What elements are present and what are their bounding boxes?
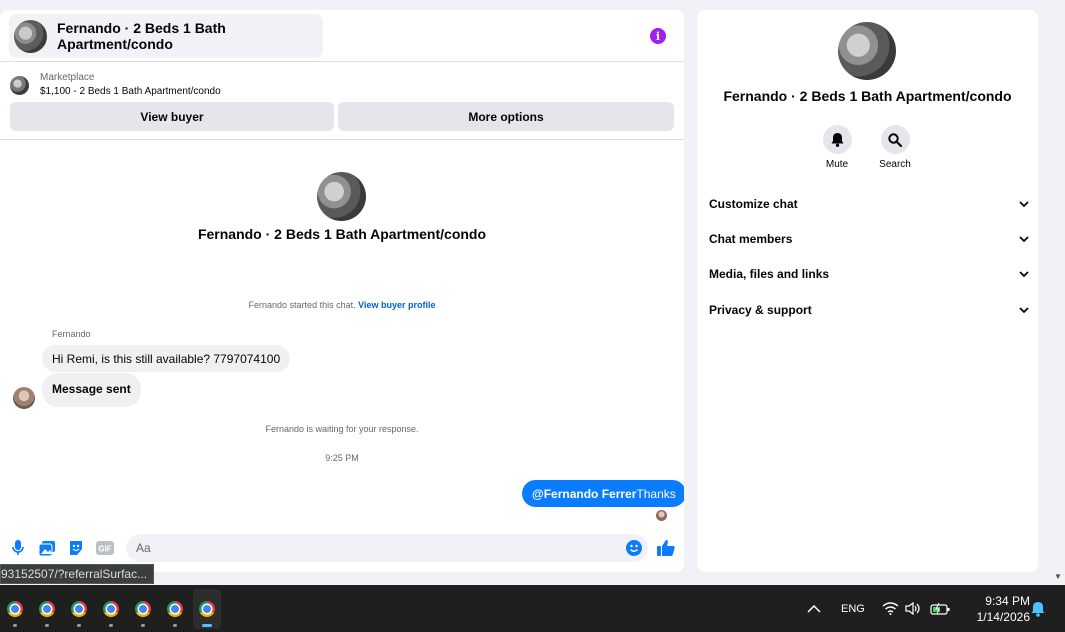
chat-started-notice: Fernando started this chat. View buyer p… (0, 300, 684, 310)
mention[interactable]: @Fernando Ferrer (532, 487, 636, 501)
taskbar-chrome-1[interactable] (1, 589, 29, 629)
message-timestamp: 9:25 PM (325, 453, 359, 463)
outgoing-message: @Fernando Ferrer Thanks (522, 480, 684, 507)
started-text: Fernando started this chat. (248, 300, 356, 310)
mute-button[interactable]: Mute (807, 125, 867, 170)
sticker-icon[interactable] (66, 538, 86, 558)
incoming-message: Hi Remi, is this still available? 779707… (42, 345, 291, 372)
details-avatar (838, 22, 896, 80)
conversation-name: Fernando · 2 Beds 1 Bath Apartment/condo (197, 226, 487, 242)
svg-text:GIF: GIF (98, 545, 111, 554)
taskbar-chrome-6[interactable] (161, 589, 189, 629)
microphone-icon[interactable] (8, 538, 28, 558)
taskbar-chrome-4[interactable] (97, 589, 125, 629)
chrome-icon (39, 601, 55, 617)
chat-title-button[interactable]: Fernando · 2 Beds 1 Bath Apartment/condo (9, 14, 323, 58)
emoji-icon[interactable] (624, 538, 644, 558)
divider (0, 139, 684, 140)
section-label: Customize chat (709, 197, 798, 211)
wifi-icon[interactable] (882, 585, 899, 632)
waiting-notice: Fernando is waiting for your response. (265, 424, 419, 434)
composer: GIF (0, 533, 684, 565)
chevron-down-icon (1019, 200, 1029, 207)
conversation-details-panel: Fernando · 2 Beds 1 Bath Apartment/condo… (697, 10, 1038, 572)
taskbar-chrome-3[interactable] (65, 589, 93, 629)
chrome-icon (135, 601, 151, 617)
chat-header: Fernando · 2 Beds 1 Bath Apartment/condo… (0, 10, 684, 62)
chrome-icon (71, 601, 87, 617)
chrome-icon (199, 601, 215, 617)
taskbar-clock[interactable]: 9:34 PM 1/14/2026 (960, 593, 1030, 625)
section-label: Media, files and links (709, 267, 830, 281)
listing-price-title: $1,100 - 2 Beds 1 Bath Apartment/condo (40, 86, 221, 97)
taskbar: ENG 9:34 PM 1/14/2026 (0, 585, 1065, 632)
outgoing-message-text: Thanks (636, 486, 676, 501)
section-chat-members[interactable]: Chat members (709, 228, 1029, 250)
chevron-down-icon (1019, 235, 1029, 242)
listing-thumbnail (10, 75, 29, 95)
read-receipt-avatar (656, 510, 667, 521)
taskbar-chrome-5[interactable] (129, 589, 157, 629)
chrome-icon (103, 601, 119, 617)
clock-time: 9:34 PM (985, 594, 1030, 608)
volume-icon[interactable] (905, 585, 921, 632)
conversation-avatar (317, 172, 366, 221)
chevron-down-icon (1019, 306, 1029, 313)
photo-icon[interactable] (37, 538, 57, 558)
scroll-down-arrow[interactable]: ▼ (1052, 572, 1064, 582)
marketplace-listing[interactable]: Marketplace $1,100 - 2 Beds 1 Bath Apart… (10, 71, 221, 99)
taskbar-chrome-7-active[interactable] (193, 589, 221, 629)
sender-avatar[interactable] (13, 387, 35, 409)
section-label: Chat members (709, 232, 793, 246)
section-customize-chat[interactable]: Customize chat (709, 193, 1029, 215)
like-icon[interactable] (656, 538, 676, 558)
info-icon[interactable]: i (650, 28, 666, 44)
search-button[interactable]: Search (865, 125, 925, 170)
search-label: Search (879, 159, 911, 170)
incoming-message: Message sent (42, 373, 141, 407)
section-label: Privacy & support (709, 303, 812, 317)
view-buyer-profile-link[interactable]: View buyer profile (358, 300, 435, 310)
message-input[interactable] (126, 534, 648, 562)
mute-label: Mute (825, 159, 849, 170)
language-indicator[interactable]: ENG (841, 585, 865, 632)
more-options-button[interactable]: More options (338, 102, 674, 131)
status-url-tooltip: 93152507/?referralSurfac... (0, 564, 155, 584)
battery-icon[interactable] (930, 585, 951, 632)
sender-name: Fernando (52, 329, 91, 339)
chevron-down-icon (1019, 270, 1029, 277)
section-media-files-links[interactable]: Media, files and links (709, 263, 1029, 285)
details-name: Fernando · 2 Beds 1 Bath Apartment/condo (723, 88, 1012, 104)
chat-title: Fernando · 2 Beds 1 Bath Apartment/condo (57, 20, 226, 52)
chat-panel: Fernando · 2 Beds 1 Bath Apartment/condo… (0, 10, 684, 572)
tray-overflow-icon[interactable] (807, 585, 821, 632)
gif-icon[interactable]: GIF (95, 538, 115, 558)
taskbar-chrome-2[interactable] (33, 589, 61, 629)
listing-avatar (14, 19, 47, 53)
chrome-icon (167, 601, 183, 617)
section-privacy-support[interactable]: Privacy & support (709, 299, 1029, 321)
marketplace-label: Marketplace (40, 72, 95, 83)
chrome-icon (7, 601, 23, 617)
view-buyer-button[interactable]: View buyer (10, 102, 334, 131)
clock-date: 1/14/2026 (976, 610, 1030, 624)
bell-icon (822, 125, 852, 154)
search-icon (880, 125, 910, 154)
notification-bell-icon[interactable] (1031, 585, 1045, 632)
